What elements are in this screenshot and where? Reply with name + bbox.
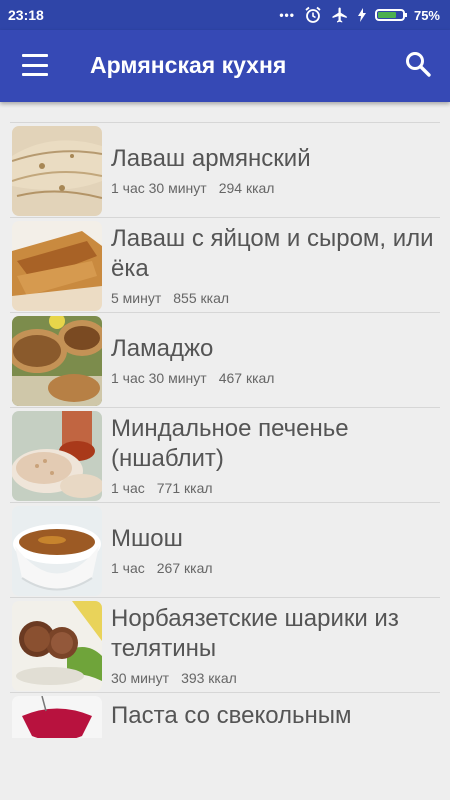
- recipe-name: Паста со свекольным: [111, 702, 352, 729]
- recipe-kcal: 267 ккал: [156, 560, 213, 576]
- recipe-name: Лаваш с яйцом и сыром, или ёка: [111, 225, 434, 282]
- recipe-name: Мшош: [111, 525, 183, 552]
- recipe-time: 1 час 30 минут: [111, 370, 207, 386]
- more-notifications-icon: •••: [279, 8, 295, 22]
- alarm-icon: [305, 6, 321, 23]
- recipe-name: Ламаджо: [111, 335, 214, 362]
- recipe-item[interactable]: Норбаязетские шарики из телятины 30 мину…: [10, 597, 440, 692]
- recipe-kcal: 467 ккал: [218, 370, 275, 386]
- recipe-time: 5 минут: [111, 290, 162, 306]
- recipe-time: 1 час: [111, 480, 145, 496]
- mshosh-thumb: [12, 506, 102, 596]
- pasta-beet-thumb: [12, 696, 102, 738]
- recipe-kcal: 393 ккал: [181, 670, 237, 686]
- status-time: 23:18: [8, 7, 44, 23]
- recipe-item[interactable]: Лаваш армянский 1 час 30 минут 294 ккал: [10, 122, 440, 217]
- charging-icon: [357, 8, 366, 22]
- lavash-egg-cheese-thumb: [12, 221, 102, 311]
- meatballs-thumb: [12, 601, 102, 691]
- battery-icon: [374, 9, 407, 21]
- recipe-time: 30 минут: [111, 670, 170, 686]
- search-icon[interactable]: [404, 50, 432, 78]
- recipe-list[interactable]: Лаваш армянский 1 час 30 минут 294 ккал Л…: [0, 102, 450, 738]
- almond-cookies-thumb: [12, 411, 102, 501]
- recipe-item[interactable]: Мшош 1 час 267 ккал: [10, 502, 440, 597]
- battery-level: [377, 12, 396, 18]
- recipe-time: 1 час: [111, 560, 145, 576]
- menu-icon[interactable]: [22, 54, 48, 76]
- app-title: Армянская кухня: [90, 52, 287, 78]
- recipe-name: Лаваш армянский: [111, 145, 311, 172]
- recipe-name: Норбаязетские шарики из телятины: [111, 605, 399, 662]
- recipe-item[interactable]: Ламаджо 1 час 30 минут 467 ккал: [10, 312, 440, 407]
- lamajo-thumb: [12, 316, 102, 406]
- recipe-time: 1 час 30 минут: [111, 180, 207, 196]
- recipe-item[interactable]: Паста со свекольным: [10, 692, 440, 738]
- recipe-name: Миндальное печенье (ншаблит): [111, 415, 349, 472]
- lavash-thumb: [12, 126, 102, 216]
- battery-percent: 75%: [413, 7, 440, 23]
- app-bar: Армянская кухня: [0, 30, 450, 102]
- status-icons: ••• 75%: [279, 6, 440, 24]
- recipe-kcal: 855 ккал: [173, 290, 230, 306]
- recipe-kcal: 294 ккал: [218, 180, 275, 196]
- recipe-kcal: 771 ккал: [156, 480, 213, 496]
- recipe-item[interactable]: Миндальное печенье (ншаблит) 1 час 771 кк…: [10, 407, 440, 502]
- status-bar: 23:18 ••• 75%: [0, 0, 450, 30]
- airplane-mode-icon: [332, 7, 347, 23]
- recipe-item[interactable]: Лаваш с яйцом и сыром, или ёка 5 минут 85…: [10, 217, 440, 312]
